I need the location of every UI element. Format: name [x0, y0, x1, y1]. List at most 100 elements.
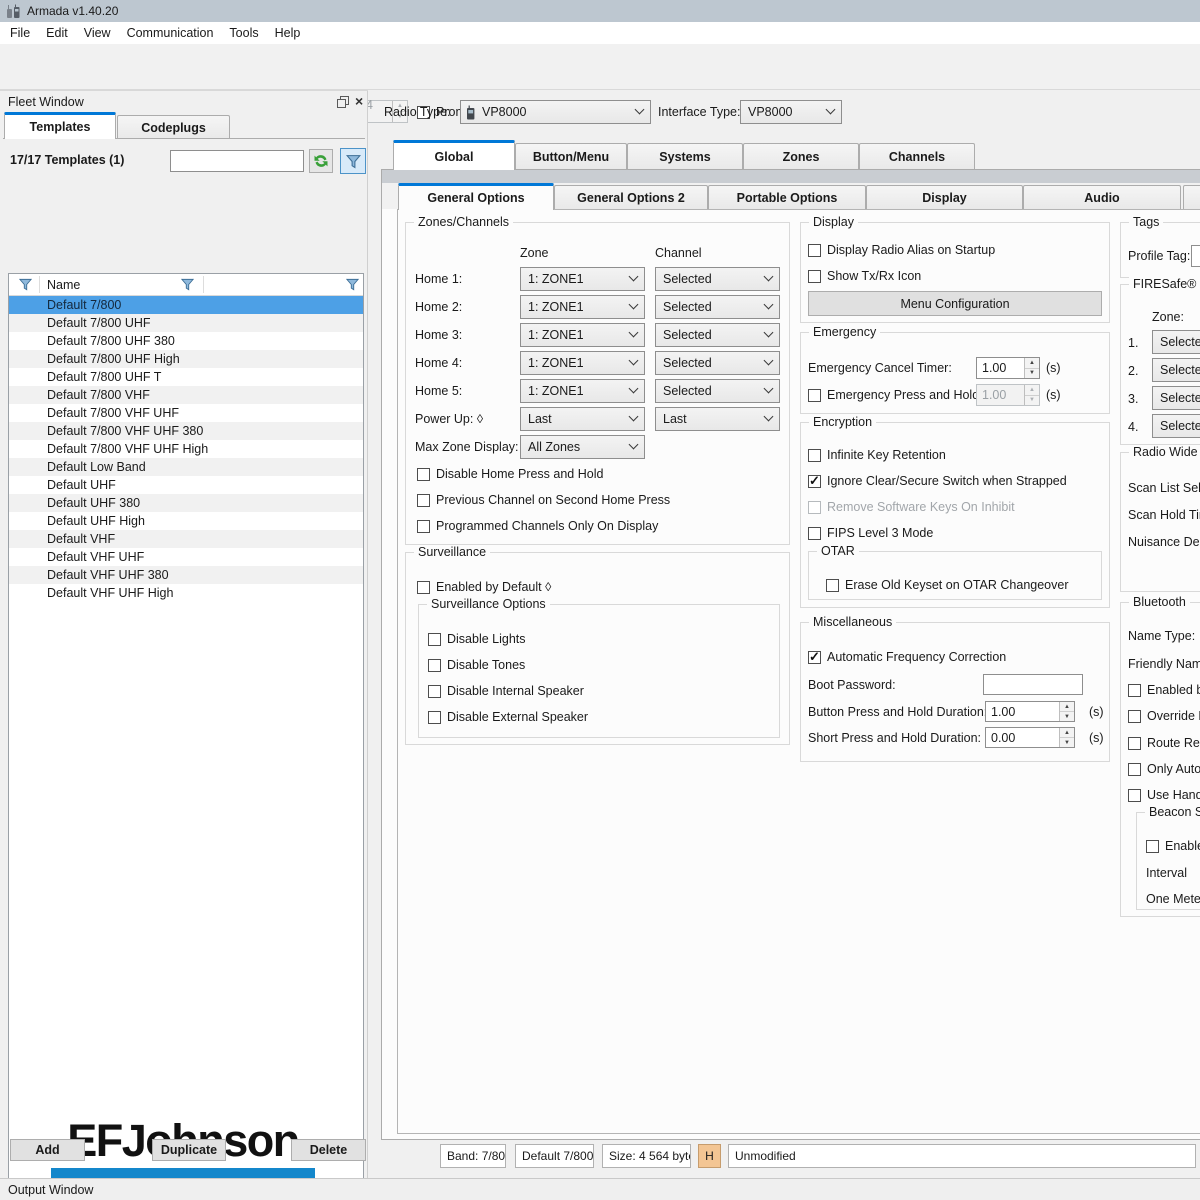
delete-button[interactable]: Delete	[291, 1139, 366, 1161]
template-row[interactable]: Default 7/800 UHF T	[9, 368, 363, 386]
max-zone-display-combobox[interactable]: All Zones	[520, 435, 645, 459]
tab-button-menu[interactable]: Button/Menu	[515, 143, 627, 169]
home5-zone-combobox[interactable]: 1: ZONE1	[520, 379, 645, 403]
profile-tag-input[interactable]	[1191, 245, 1200, 267]
disable-lights-checkbox[interactable]: Disable Lights	[428, 631, 526, 647]
emergency-press-hold-spinner[interactable]: 1.00▲▼	[976, 384, 1040, 406]
emergency-press-hold-checkbox[interactable]: Emergency Press and Hold	[808, 387, 979, 403]
display-radio-alias-checkbox[interactable]: Display Radio Alias on Startup	[808, 242, 995, 258]
spinner-arrows-icon[interactable]: ▲▼	[1059, 702, 1074, 721]
menu-file[interactable]: File	[2, 22, 38, 44]
menu-edit[interactable]: Edit	[38, 22, 76, 44]
float-window-icon[interactable]	[337, 96, 349, 108]
filter-funnel-icon[interactable]	[346, 278, 359, 291]
boot-password-input[interactable]	[983, 674, 1083, 695]
output-window-bar[interactable]: Output Window	[0, 1178, 1200, 1200]
radio-type-combobox[interactable]: VP8000	[460, 100, 651, 124]
home2-channel-combobox[interactable]: Selected	[655, 295, 780, 319]
bt-route-checkbox[interactable]: Route Rec	[1128, 735, 1200, 751]
home2-zone-combobox[interactable]: 1: ZONE1	[520, 295, 645, 319]
disable-home-press-checkbox[interactable]: Disable Home Press and Hold	[417, 466, 603, 482]
tab-templates[interactable]: Templates	[4, 112, 116, 139]
power-up-channel-combobox[interactable]: Last	[655, 407, 780, 431]
template-row[interactable]: Default 7/800 VHF UHF High	[9, 440, 363, 458]
subtab-general-options[interactable]: General Options	[398, 183, 554, 210]
power-up-zone-combobox[interactable]: Last	[520, 407, 645, 431]
home4-channel-combobox[interactable]: Selected	[655, 351, 780, 375]
bt-enabled-checkbox[interactable]: Enabled by	[1128, 682, 1200, 698]
template-row[interactable]: Default 7/800 UHF 380	[9, 332, 363, 350]
template-row[interactable]: Default 7/800 VHF UHF	[9, 404, 363, 422]
home4-zone-combobox[interactable]: 1: ZONE1	[520, 351, 645, 375]
button-press-duration-spinner[interactable]: 1.00▲▼	[985, 701, 1075, 722]
home3-zone-combobox[interactable]: 1: ZONE1	[520, 323, 645, 347]
menu-communication[interactable]: Communication	[119, 22, 222, 44]
template-row[interactable]: Default 7/800 VHF UHF 380	[9, 422, 363, 440]
template-row[interactable]: Default UHF High	[9, 512, 363, 530]
template-row[interactable]: Default UHF	[9, 476, 363, 494]
subtab-general-options-2[interactable]: General Options 2	[554, 185, 708, 209]
tab-global[interactable]: Global	[393, 140, 515, 170]
add-button[interactable]: Add	[10, 1139, 85, 1161]
template-row[interactable]: Default 7/800 VHF	[9, 386, 363, 404]
subtab-portable-options[interactable]: Portable Options	[708, 185, 866, 209]
menu-view[interactable]: View	[76, 22, 119, 44]
tab-channels[interactable]: Channels	[859, 143, 975, 169]
template-row[interactable]: Default VHF UHF High	[9, 584, 363, 602]
fips-level-3-checkbox[interactable]: FIPS Level 3 Mode	[808, 525, 933, 541]
template-search-input[interactable]	[170, 150, 304, 172]
subtab-partial[interactable]	[1183, 185, 1200, 209]
firesafe-zone1-combobox[interactable]: Selected	[1152, 330, 1200, 354]
duplicate-button[interactable]: Duplicate	[152, 1139, 226, 1161]
template-row[interactable]: Default VHF	[9, 530, 363, 548]
filter-funnel-icon[interactable]	[181, 278, 194, 291]
ignore-clear-secure-checkbox[interactable]: Ignore Clear/Secure Switch when Strapped	[808, 473, 1067, 489]
close-icon[interactable]: ×	[355, 93, 363, 109]
home1-zone-combobox[interactable]: 1: ZONE1	[520, 267, 645, 291]
menu-tools[interactable]: Tools	[221, 22, 266, 44]
template-row[interactable]: Default 7/800 UHF	[9, 314, 363, 332]
previous-channel-checkbox[interactable]: Previous Channel on Second Home Press	[417, 492, 670, 508]
interface-type-combobox[interactable]: VP8000	[740, 100, 842, 124]
bt-only-auto-checkbox[interactable]: Only Auto	[1128, 761, 1200, 777]
bt-use-hands-checkbox[interactable]: Use Hands	[1128, 787, 1200, 803]
filter-funnel-icon[interactable]	[19, 278, 32, 291]
template-row[interactable]: Default 7/800 UHF High	[9, 350, 363, 368]
disable-internal-speaker-checkbox[interactable]: Disable Internal Speaker	[428, 683, 584, 699]
home3-channel-combobox[interactable]: Selected	[655, 323, 780, 347]
subtab-audio[interactable]: Audio	[1023, 185, 1181, 209]
tab-codeplugs[interactable]: Codeplugs	[117, 115, 230, 139]
subtab-display[interactable]: Display	[866, 185, 1023, 209]
name-column-header[interactable]: Name	[47, 278, 80, 292]
tab-zones[interactable]: Zones	[743, 143, 859, 169]
disable-tones-checkbox[interactable]: Disable Tones	[428, 657, 525, 673]
bt-override-checkbox[interactable]: Override M	[1128, 708, 1200, 724]
home1-channel-combobox[interactable]: Selected	[655, 267, 780, 291]
template-row[interactable]: Default 7/800	[9, 296, 363, 314]
firesafe-zone2-combobox[interactable]: Selected	[1152, 358, 1200, 382]
template-row[interactable]: Default VHF UHF 380	[9, 566, 363, 584]
menu-configuration-button[interactable]: Menu Configuration	[808, 291, 1102, 316]
home5-channel-combobox[interactable]: Selected	[655, 379, 780, 403]
spinner-arrows-icon[interactable]: ▲▼	[1024, 385, 1039, 405]
infinite-key-retention-checkbox[interactable]: Infinite Key Retention	[808, 447, 946, 463]
firesafe-zone3-combobox[interactable]: Selected	[1152, 386, 1200, 410]
refresh-button[interactable]	[309, 149, 333, 173]
emergency-cancel-timer-spinner[interactable]: 1.00▲▼	[976, 357, 1040, 379]
automatic-frequency-correction-checkbox[interactable]: Automatic Frequency Correction	[808, 649, 1006, 665]
short-press-duration-spinner[interactable]: 0.00▲▼	[985, 727, 1075, 748]
erase-old-keyset-checkbox[interactable]: Erase Old Keyset on OTAR Changeover	[826, 577, 1069, 593]
spinner-arrows-icon[interactable]: ▲▼	[1024, 358, 1039, 378]
filter-toggle-button[interactable]	[340, 148, 366, 174]
show-tx-rx-icon-checkbox[interactable]: Show Tx/Rx Icon	[808, 268, 921, 284]
tab-systems[interactable]: Systems	[627, 143, 743, 169]
template-row[interactable]: Default UHF 380	[9, 494, 363, 512]
menu-help[interactable]: Help	[267, 22, 309, 44]
spinner-arrows-icon[interactable]: ▲▼	[1059, 728, 1074, 747]
firesafe-zone4-combobox[interactable]: Selected	[1152, 414, 1200, 438]
beacon-enabled-checkbox[interactable]: Enabled	[1146, 838, 1200, 854]
surveillance-enabled-checkbox[interactable]: Enabled by Default ◊	[417, 579, 551, 595]
programmed-channels-checkbox[interactable]: Programmed Channels Only On Display	[417, 518, 658, 534]
template-row[interactable]: Default Low Band	[9, 458, 363, 476]
disable-external-speaker-checkbox[interactable]: Disable External Speaker	[428, 709, 588, 725]
